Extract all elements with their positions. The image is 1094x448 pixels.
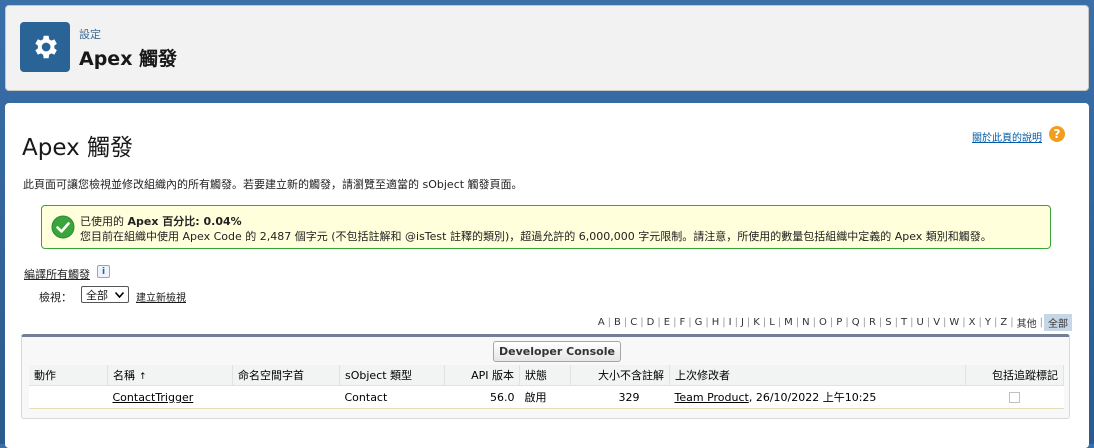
alpha-filter-d[interactable]: D	[645, 317, 657, 328]
alpha-filter-s[interactable]: S	[883, 317, 893, 328]
breadcrumb[interactable]: 設定	[79, 26, 101, 42]
alpha-filter-j[interactable]: J	[739, 317, 746, 328]
help-link[interactable]: 關於此頁的說明	[972, 129, 1042, 144]
alpha-filter-k[interactable]: K	[751, 317, 762, 328]
alpha-filter-y[interactable]: Y	[983, 317, 993, 328]
alpha-filter-e[interactable]: E	[662, 317, 672, 328]
row-sobject: Contact	[339, 385, 445, 409]
triggers-table: 動作 名稱 ↑ 命名空間字首 sObject 類型 API 版本 狀態 大小不含註…	[29, 365, 1064, 409]
row-modified: Team Product, 26/10/2022 上午10:25	[669, 385, 966, 409]
col-api-version[interactable]: API 版本	[444, 365, 520, 386]
info-icon[interactable]: i	[97, 265, 110, 278]
alpha-filter-x[interactable]: X	[967, 317, 978, 328]
apex-usage-message: 已使用的 Apex 百分比: 0.04% 您目前在組織中使用 Apex Code…	[41, 205, 1051, 249]
alpha-filter-f[interactable]: F	[677, 317, 687, 328]
alpha-filter-v[interactable]: V	[931, 317, 942, 328]
row-trace	[965, 385, 1064, 409]
trace-flag-checkbox	[1008, 392, 1020, 403]
table-row: ContactTrigger Contact 56.0 啟用 329 Team …	[29, 385, 1064, 409]
alpha-filter-n[interactable]: N	[800, 317, 811, 328]
alpha-filter-u[interactable]: U	[914, 317, 925, 328]
col-namespace[interactable]: 命名空間字首	[232, 365, 340, 386]
col-name[interactable]: 名稱 ↑	[107, 365, 233, 386]
alpha-filter-a[interactable]: A	[596, 317, 607, 328]
alpha-filter-g[interactable]: G	[693, 317, 705, 328]
col-size[interactable]: 大小不含註解	[570, 365, 670, 386]
gear-icon	[20, 22, 70, 72]
alpha-filter-w[interactable]: W	[947, 317, 961, 328]
check-icon	[51, 215, 75, 239]
row-name-link[interactable]: ContactTrigger	[107, 385, 233, 409]
alpha-filter-l[interactable]: L	[767, 317, 777, 328]
col-trace-flags[interactable]: 包括追蹤標記	[965, 365, 1064, 386]
alpha-filter-r[interactable]: R	[867, 317, 878, 328]
col-status[interactable]: 狀態	[519, 365, 571, 386]
page-description: 此頁面可讓您檢視並修改組織內的所有觸發。若要建立新的觸發，請瀏覽至適當的 sOb…	[23, 178, 523, 191]
chevron-down-icon	[115, 291, 124, 298]
compile-all-triggers-link[interactable]: 編譯所有觸發	[24, 266, 90, 282]
view-select[interactable]: 全部	[81, 286, 129, 303]
alpha-filter-other[interactable]: 其他	[1015, 315, 1039, 330]
alpha-filter-c[interactable]: C	[628, 317, 639, 328]
usage-detail: 您目前在組織中使用 Apex Code 的 2,487 個字元 (不包括註解和 …	[80, 230, 992, 243]
main-content: Apex 觸發 關於此頁的說明 ? 此頁面可讓您檢視並修改組織內的所有觸發。若要…	[5, 103, 1089, 448]
alpha-filter-q[interactable]: Q	[850, 317, 862, 328]
col-action: 動作	[29, 365, 108, 386]
developer-console-button[interactable]: Developer Console	[493, 341, 621, 362]
alpha-filter-b[interactable]: B	[612, 317, 623, 328]
help-icon[interactable]: ?	[1049, 126, 1065, 142]
alpha-filter-h[interactable]: H	[710, 317, 722, 328]
view-selected-value: 全部	[86, 288, 108, 302]
alpha-filter-o[interactable]: O	[817, 317, 829, 328]
header-title: Apex 觸發	[79, 48, 178, 70]
triggers-list: Developer Console 動作 名稱 ↑ 命名空間字首 sObject …	[21, 334, 1070, 419]
view-label: 檢視：	[39, 291, 72, 304]
modified-by-link[interactable]: Team Product	[675, 391, 749, 404]
col-modified-by[interactable]: 上次修改者	[669, 365, 966, 386]
page-title: Apex 觸發	[22, 135, 134, 161]
row-api-version: 56.0	[444, 385, 520, 409]
setup-header: 設定 Apex 觸發	[5, 5, 1089, 91]
alpha-filter-bar: A | B | C | D | E | F | G | H | I | J | K | L | M | N | O | P | Q | R | S | T |…	[596, 314, 1072, 331]
alpha-filter-i[interactable]: I	[727, 317, 734, 328]
create-new-view-link[interactable]: 建立新檢視	[136, 289, 186, 304]
alpha-filter-all[interactable]: 全部	[1044, 314, 1072, 331]
sort-asc-icon: ↑	[139, 372, 147, 382]
row-size: 329	[570, 385, 670, 409]
modified-date: , 26/10/2022 上午10:25	[748, 391, 877, 404]
row-action	[29, 385, 108, 409]
alpha-filter-m[interactable]: M	[782, 317, 795, 328]
alpha-filter-p[interactable]: P	[834, 317, 844, 328]
usage-percent: 已使用的 Apex 百分比: 0.04%	[80, 215, 242, 228]
row-namespace	[232, 385, 340, 409]
alpha-filter-t[interactable]: T	[899, 317, 909, 328]
row-status: 啟用	[519, 385, 571, 409]
alpha-filter-z[interactable]: Z	[998, 317, 1009, 328]
col-sobject[interactable]: sObject 類型	[339, 365, 445, 386]
